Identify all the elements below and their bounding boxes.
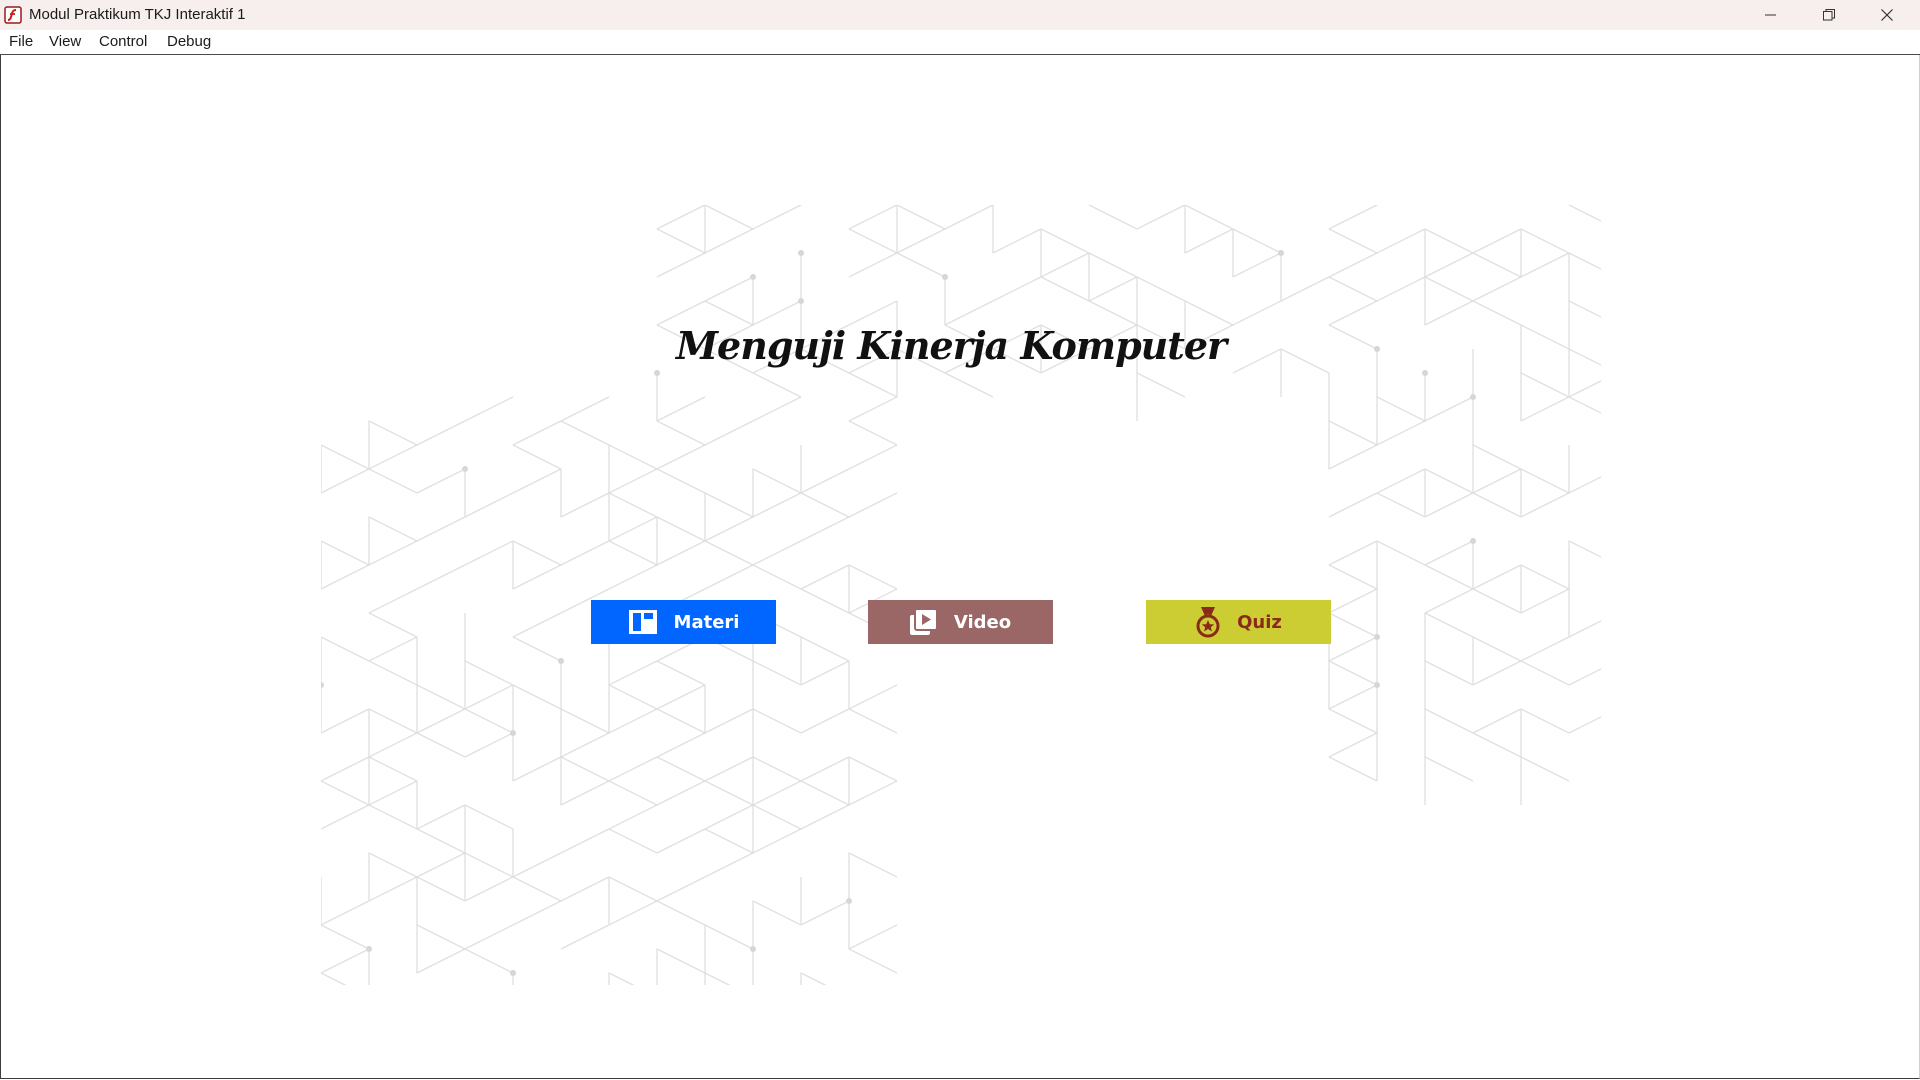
minimize-button[interactable]: [1742, 0, 1800, 30]
restore-icon: [1823, 9, 1835, 21]
stage-area: Menguji Kinerja Komputer Materi Video Qu…: [0, 55, 1920, 1079]
close-button[interactable]: [1858, 0, 1916, 30]
menu-file[interactable]: File: [9, 30, 33, 54]
video-button[interactable]: Video: [868, 600, 1053, 644]
restore-button[interactable]: [1800, 0, 1858, 30]
flash-player-icon: [4, 6, 22, 24]
book-icon: [628, 609, 658, 635]
video-label: Video: [953, 611, 1012, 633]
quiz-label: Quiz: [1237, 611, 1282, 633]
window-title: Modul Praktikum TKJ Interaktif 1: [29, 6, 246, 23]
minimize-icon: [1765, 14, 1776, 16]
menu-debug[interactable]: Debug: [167, 30, 211, 54]
menu-control[interactable]: Control: [99, 30, 147, 54]
medal-icon: [1195, 606, 1221, 638]
materi-label: Materi: [673, 611, 740, 633]
title-bar[interactable]: Modul Praktikum TKJ Interaktif 1: [0, 0, 1920, 30]
close-icon: [1881, 9, 1893, 21]
materi-button[interactable]: Materi: [591, 600, 776, 644]
video-play-icon: [909, 609, 938, 635]
menu-view[interactable]: View: [49, 30, 81, 54]
menu-bar: File View Control Debug: [0, 30, 1920, 55]
quiz-button[interactable]: Quiz: [1146, 600, 1331, 644]
page-title: Menguji Kinerja Komputer: [675, 323, 1227, 368]
hexagon-pattern-background: [321, 205, 1601, 985]
app-window: Modul Praktikum TKJ Interaktif 1 File Vi…: [0, 0, 1920, 1080]
